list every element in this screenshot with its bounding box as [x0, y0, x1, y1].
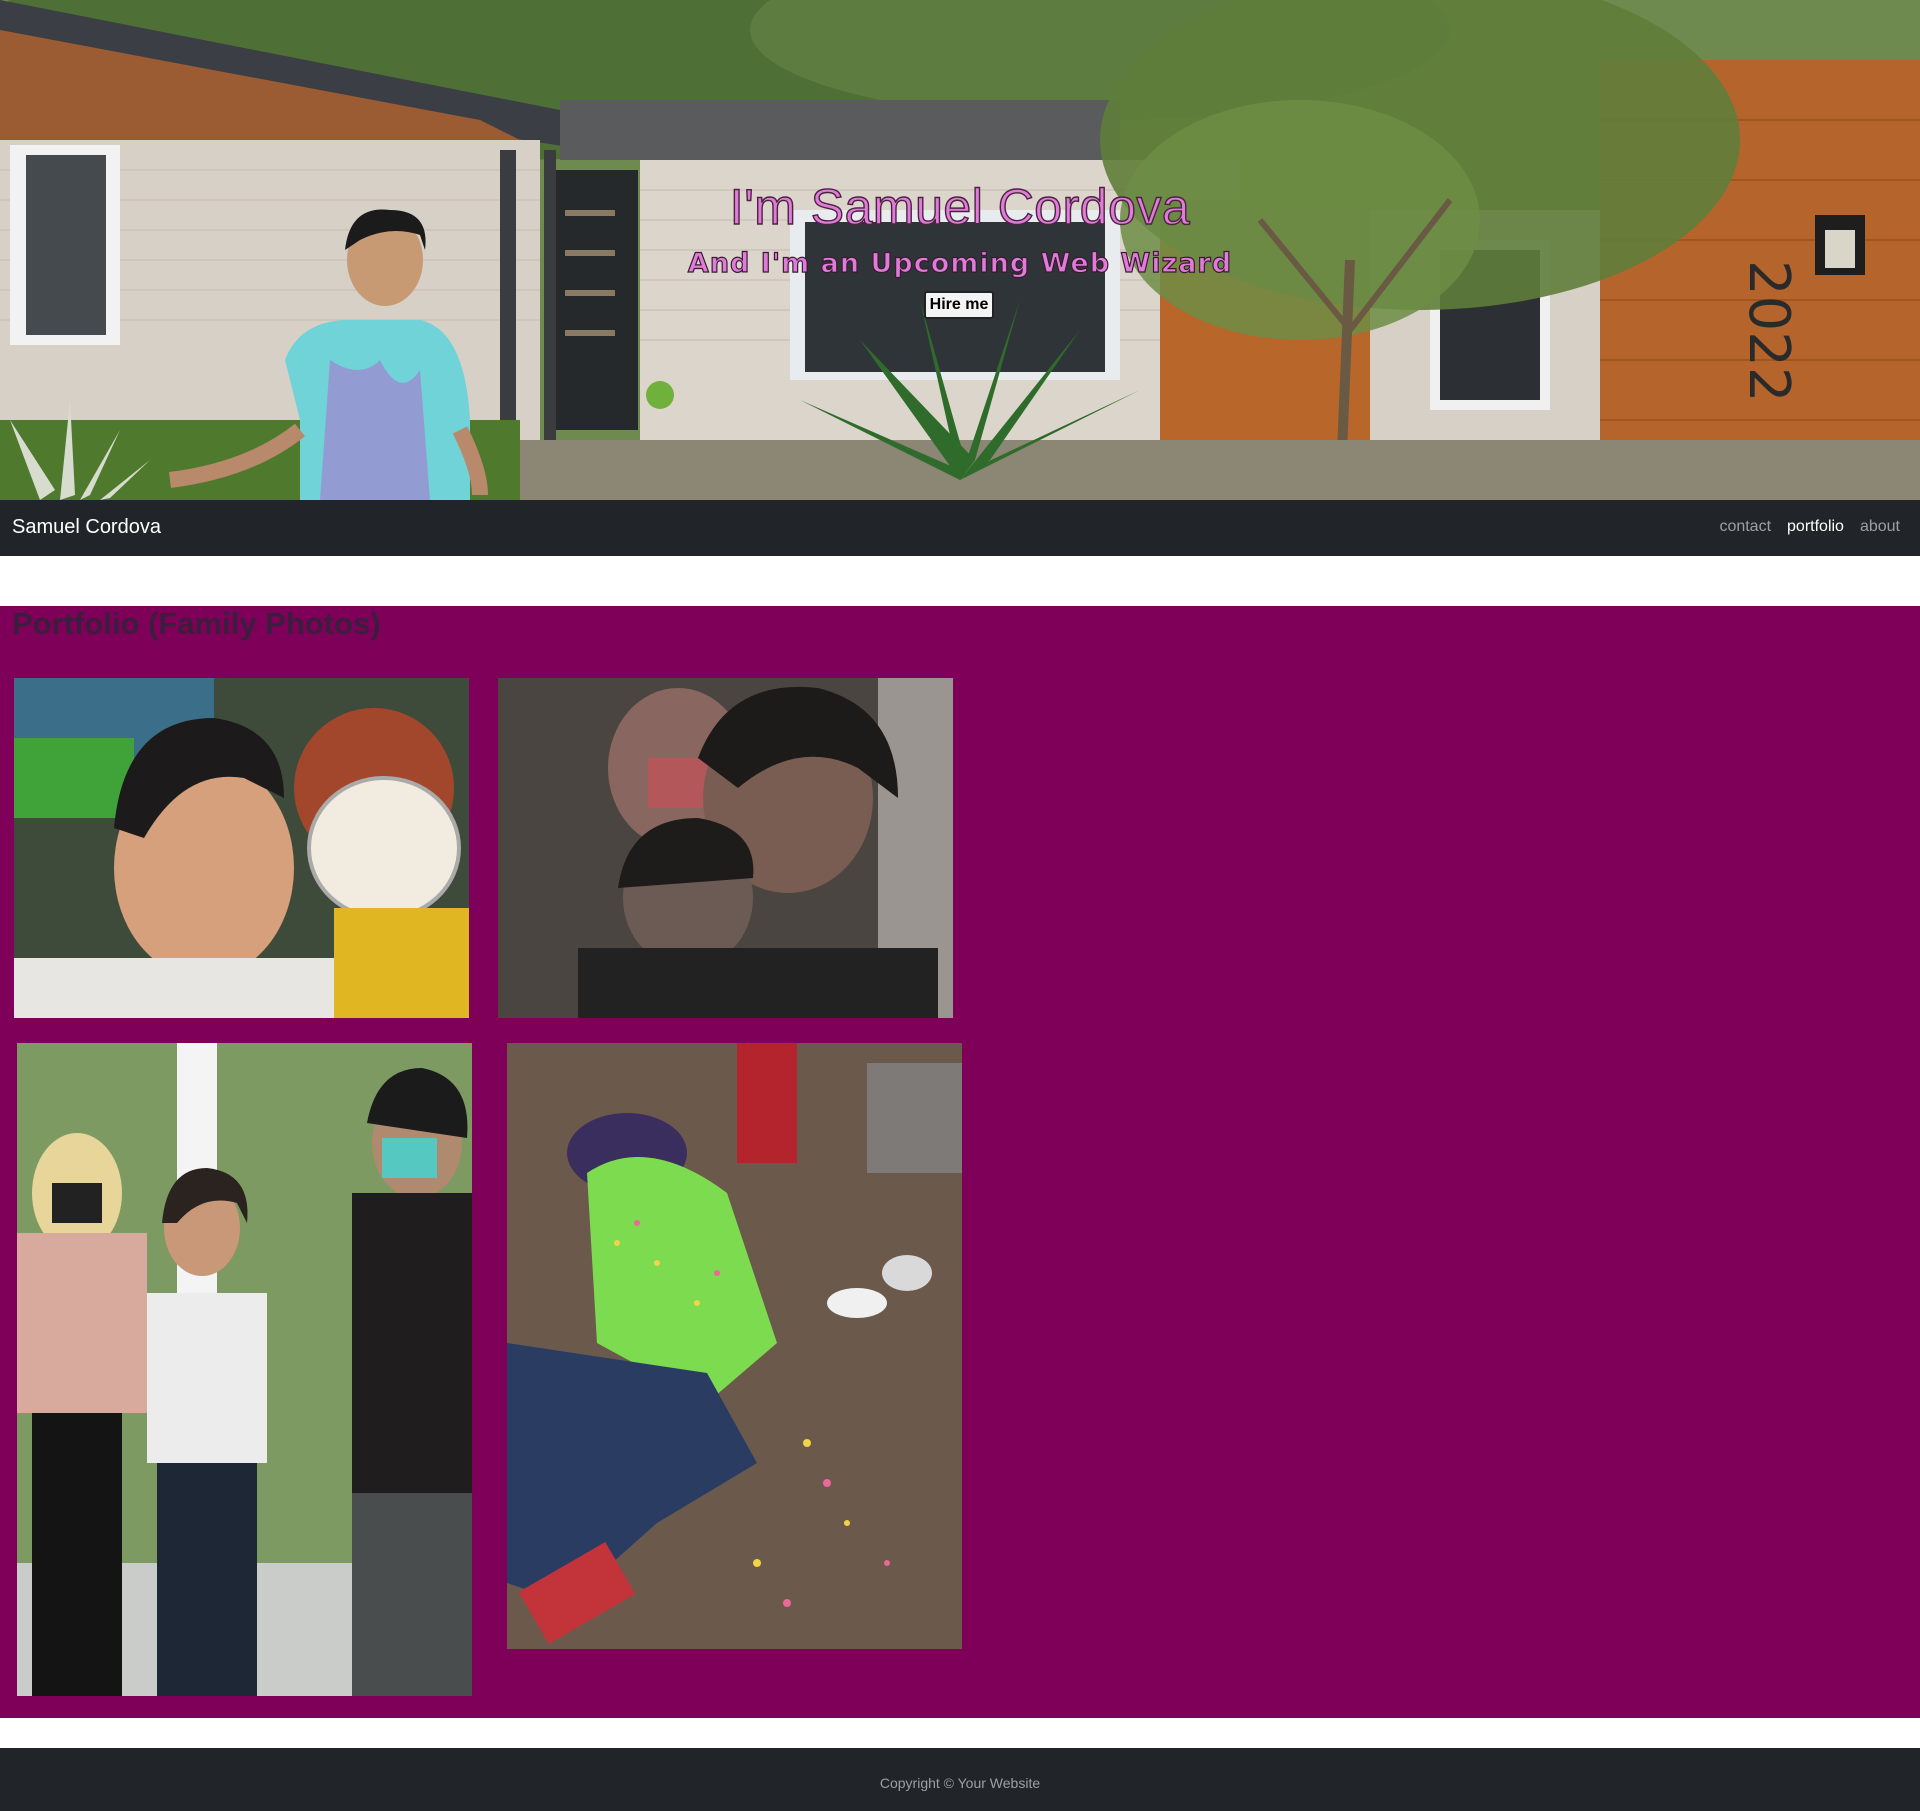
nav-links: contact portfolio about	[1719, 518, 1900, 536]
portfolio-heading: Portfolio (Family Photos)	[12, 606, 381, 641]
portfolio-photo[interactable]	[17, 1043, 472, 1696]
footer: Copyright © Your Website	[0, 1748, 1920, 1811]
portfolio-photo[interactable]	[14, 678, 469, 1018]
nav-link-contact[interactable]: contact	[1719, 518, 1771, 536]
portfolio-photo[interactable]	[498, 678, 953, 1018]
copyright-text: Copyright © Your Website	[879, 1775, 1041, 1791]
hire-me-button[interactable]: Hire me	[924, 291, 994, 319]
family-porch-image	[17, 1043, 472, 1696]
svg-text:2022: 2022	[1736, 260, 1801, 403]
navbar-brand[interactable]: Samuel Cordova	[12, 516, 161, 539]
hero-subtitle: And I'm an Upcoming Web Wizard	[687, 247, 1233, 279]
family-hug-image	[498, 678, 953, 1018]
portfolio-section: Portfolio (Family Photos)	[0, 606, 1920, 1718]
nav-link-about[interactable]: about	[1860, 518, 1900, 536]
nav-link-portfolio[interactable]: portfolio	[1787, 518, 1844, 536]
pinata-confetti-image	[507, 1043, 962, 1649]
selfie-mirror-image	[14, 678, 469, 1018]
hero-banner: 2022 I'm Samuel Cordova And I'm an Upcom…	[0, 0, 1920, 500]
navbar: Samuel Cordova contact portfolio about	[0, 500, 1920, 556]
hero-title: I'm Samuel Cordova	[729, 178, 1191, 235]
portfolio-photo[interactable]	[507, 1043, 962, 1649]
